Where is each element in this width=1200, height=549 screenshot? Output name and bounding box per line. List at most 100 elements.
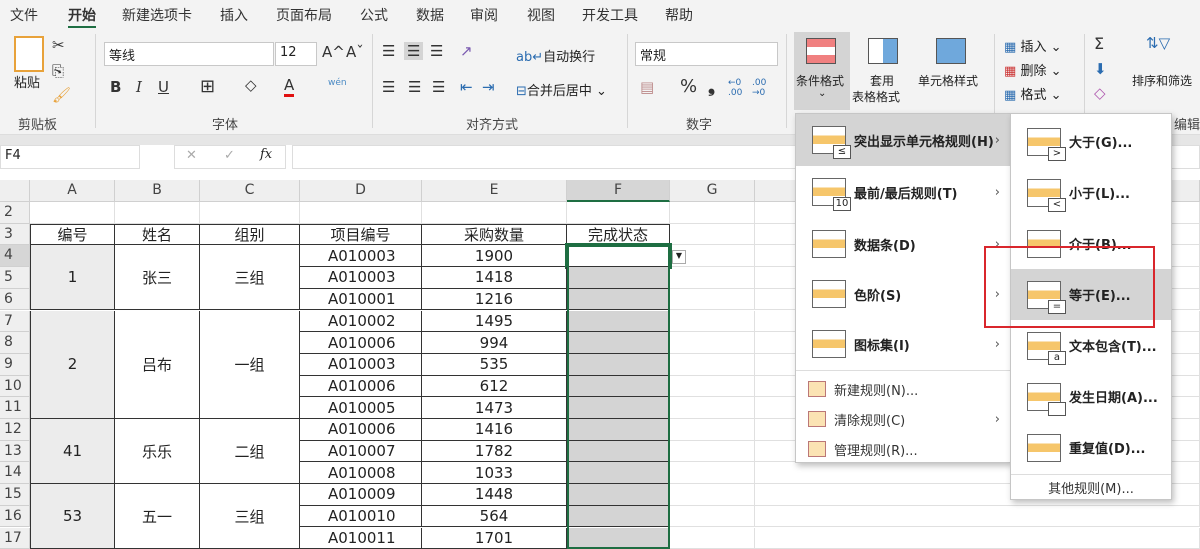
project-code-cell[interactable]: A010007 [300,440,422,463]
cell[interactable] [670,332,755,354]
fill-icon[interactable]: ⬇ [1094,60,1107,78]
project-code-cell[interactable]: A010003 [300,245,422,268]
status-cell[interactable] [567,505,670,528]
quantity-cell[interactable]: 1473 [422,397,567,419]
cell[interactable] [670,288,755,311]
status-cell[interactable] [565,243,672,270]
align-center-icon[interactable]: ☰ [408,78,421,96]
fill-color-icon[interactable]: ◇ [245,76,257,94]
phonetic-button[interactable]: wén [328,78,347,88]
row-header-10[interactable]: 10 [0,375,30,398]
format-painter-icon[interactable]: 🖌 [52,86,71,104]
tab-5[interactable]: 公式 [360,5,388,25]
row-header-16[interactable]: 16 [0,505,30,528]
delete-cells-button[interactable]: ▦ 删除 ⌄ [1004,60,1061,79]
quantity-cell[interactable]: 1448 [422,484,567,506]
tab-2[interactable]: 新建选项卡 [122,5,192,25]
merged-cell-id[interactable]: 41 [30,419,115,485]
cf-menu-item-0[interactable]: ≤ 突出显示单元格规则(H) › [796,114,1010,166]
cell[interactable] [670,310,755,333]
cell[interactable] [422,202,567,224]
project-code-cell[interactable]: A010011 [300,527,422,549]
comma-button[interactable]: ❟ [708,76,715,97]
merged-cell-name[interactable]: 吕布 [115,310,200,419]
merge-center-button[interactable]: ⊟合并后居中 ⌄ [516,80,607,99]
column-header-C[interactable]: C [200,180,300,202]
number-format-select[interactable]: 常规 [635,42,778,66]
italic-button[interactable]: I [136,78,142,96]
cf-menu-simple-item-1[interactable]: 清除规则(C) › [796,404,1010,434]
tab-0[interactable]: 文件 [10,5,38,25]
project-code-cell[interactable]: A010001 [300,288,422,311]
merged-cell-group[interactable]: 一组 [200,310,300,419]
row-header-2[interactable]: 2 [0,202,30,224]
borders-icon[interactable]: ⊞ [200,76,215,97]
highlight-rule-item-5[interactable]: 发生日期(A)... [1011,371,1171,422]
cut-icon[interactable]: ✂ [52,36,65,54]
project-code-cell[interactable]: A010006 [300,332,422,354]
tab-3[interactable]: 插入 [220,5,248,25]
cancel-icon[interactable]: ✕ [186,148,197,163]
cell[interactable] [670,267,755,289]
project-code-cell[interactable]: A010006 [300,375,422,398]
row-header-3[interactable]: 3 [0,223,30,246]
row-header-6[interactable]: 6 [0,288,30,311]
clear-icon[interactable]: ◇ [1094,84,1106,102]
status-cell[interactable] [567,419,670,441]
quantity-cell[interactable]: 1216 [422,288,567,311]
increase-decimal-button[interactable]: ←0 .00 [728,78,748,98]
column-header-D[interactable]: D [300,180,422,202]
cell[interactable] [755,505,1200,528]
column-header-E[interactable]: E [422,180,567,202]
header-cell[interactable]: 编号 [30,223,115,246]
row-header-9[interactable]: 9 [0,353,30,376]
tab-7[interactable]: 审阅 [470,5,498,25]
status-cell[interactable] [567,375,670,398]
row-header-5[interactable]: 5 [0,267,30,289]
column-header-F[interactable]: F [567,180,670,202]
shrink-font-button[interactable]: Aˇ [346,43,364,61]
tab-9[interactable]: 开发工具 [582,5,638,25]
select-all[interactable] [0,180,30,202]
quantity-cell[interactable]: 994 [422,332,567,354]
cell[interactable] [30,202,115,224]
tab-10[interactable]: 帮助 [665,5,693,25]
more-rules-item[interactable]: 其他规则(M)... [1011,478,1171,497]
cell[interactable] [670,202,755,224]
row-header-14[interactable]: 14 [0,462,30,485]
cell[interactable] [670,462,755,485]
header-cell[interactable]: 姓名 [115,223,200,246]
merged-cell-group[interactable]: 三组 [200,245,300,311]
cell[interactable] [670,353,755,376]
project-code-cell[interactable]: A010002 [300,310,422,333]
merged-cell-name[interactable]: 乐乐 [115,419,200,485]
cf-menu-simple-item-0[interactable]: 新建规则(N)... [796,374,1010,404]
cell[interactable] [670,440,755,463]
insert-cells-button[interactable]: ▦ 插入 ⌄ [1004,36,1061,55]
confirm-icon[interactable]: ✓ [224,148,235,163]
highlight-rule-item-6[interactable]: 重复值(D)... [1011,422,1171,473]
cell[interactable] [567,202,670,224]
decrease-decimal-button[interactable]: .00 →0 [752,78,772,98]
cell[interactable] [200,202,300,224]
cf-menu-item-3[interactable]: 色阶(S) › [796,268,1010,320]
project-code-cell[interactable]: A010008 [300,462,422,485]
cell[interactable] [670,397,755,419]
status-cell[interactable] [567,332,670,354]
decrease-indent-icon[interactable]: ⇤ [460,78,473,96]
increase-indent-icon[interactable]: ⇥ [482,78,495,96]
highlight-rule-item-1[interactable]: < 小于(L)... [1011,167,1171,218]
tab-6[interactable]: 数据 [416,5,444,25]
cf-menu-simple-item-2[interactable]: 管理规则(R)... [796,434,1010,464]
cell[interactable] [670,375,755,398]
header-cell[interactable]: 采购数量 [422,223,567,246]
status-cell[interactable] [567,462,670,485]
align-right-icon[interactable]: ☰ [432,78,445,96]
quantity-cell[interactable]: 1418 [422,267,567,289]
project-code-cell[interactable]: A010003 [300,267,422,289]
font-name-select[interactable]: 等线 [104,42,274,66]
cell[interactable] [670,527,755,549]
orientation-icon[interactable]: ↗ [460,42,473,60]
row-header-12[interactable]: 12 [0,419,30,441]
row-header-8[interactable]: 8 [0,332,30,354]
